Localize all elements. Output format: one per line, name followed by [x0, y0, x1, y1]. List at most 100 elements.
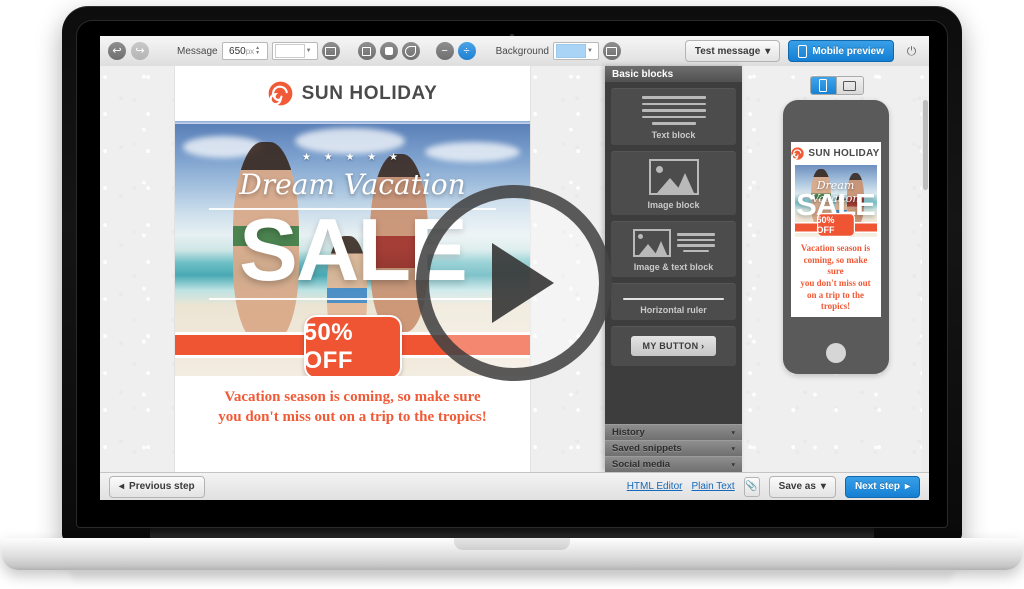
- mobile-preview-button[interactable]: Mobile preview: [788, 40, 894, 62]
- phone-home-button: [825, 343, 846, 363]
- chevron-down-icon: ▾: [731, 429, 735, 437]
- message-width-value: 650: [229, 45, 246, 57]
- play-button-icon[interactable]: [416, 185, 612, 381]
- chevron-left-icon: ◂: [119, 481, 125, 492]
- chevron-down-icon: ▾: [765, 45, 771, 57]
- horizontal-rule-icon: [623, 297, 724, 300]
- plain-text-link[interactable]: Plain Text: [691, 481, 734, 492]
- block-text-label: Text block: [651, 129, 696, 140]
- next-step-label: Next step: [854, 481, 900, 492]
- message-color-select[interactable]: ▼: [271, 42, 318, 60]
- block-horizontal-ruler-label: Horizontal ruler: [640, 305, 707, 315]
- power-icon[interactable]: ⏻: [902, 42, 921, 61]
- block-image[interactable]: Image block: [611, 150, 736, 215]
- phone-email-header: SUN HOLIDAY: [791, 142, 881, 165]
- block-text[interactable]: Text block: [611, 88, 736, 145]
- footer-line-2: you don't miss out on a trip to the trop…: [218, 408, 487, 425]
- block-button[interactable]: [379, 42, 398, 60]
- screenshot-root: ↩ ↪ Message 650 px ▲ ▼ ▼ − ÷ Background …: [0, 0, 1024, 589]
- chevron-down-icon: ▾: [820, 481, 826, 492]
- accordion-history-label: History: [612, 427, 645, 438]
- accordion-history[interactable]: History ▾: [605, 424, 742, 440]
- test-message-label: Test message: [694, 45, 761, 57]
- editor-footer: ◂ Previous step HTML Editor Plain Text 📎…: [100, 472, 929, 500]
- previous-step-button[interactable]: ◂ Previous step: [109, 475, 205, 498]
- canvas-scrollbar-thumb[interactable]: [923, 100, 928, 190]
- accordion-saved-snippets[interactable]: Saved snippets ▾: [605, 440, 742, 456]
- basic-blocks-panel: Basic blocks Text block Image block Imag…: [605, 66, 742, 472]
- structure-button[interactable]: [357, 42, 376, 60]
- zoom-out-button[interactable]: −: [435, 42, 454, 60]
- chevron-down-icon: ▾: [731, 461, 735, 469]
- accordion-saved-snippets-label: Saved snippets: [612, 443, 682, 454]
- stepper-icon[interactable]: ▲ ▼: [255, 46, 260, 56]
- mobile-preview-label: Mobile preview: [812, 45, 884, 57]
- phone-discount-text: 50% OFF: [816, 215, 835, 235]
- accordion-social-media[interactable]: Social media ▾: [605, 456, 742, 472]
- chevron-down-icon: ▾: [731, 445, 735, 453]
- message-width-unit: px: [245, 46, 255, 56]
- sun-spiral-icon: [268, 81, 292, 106]
- block-horizontal-ruler[interactable]: Horizontal ruler: [611, 282, 736, 320]
- phone-footer-line-1: Vacation season is: [800, 243, 871, 253]
- block-button-label: MY BUTTON ›: [630, 336, 717, 356]
- next-step-button[interactable]: Next step ▸: [844, 475, 920, 498]
- block-image-text-label: Image & text block: [633, 261, 714, 272]
- color-swatch: [274, 44, 305, 58]
- laptop-base-notch: [454, 538, 570, 550]
- accordion-social-media-label: Social media: [612, 459, 671, 470]
- redo-arrow-icon[interactable]: ↪: [131, 42, 149, 60]
- block-image-text[interactable]: Image & text block: [611, 220, 736, 277]
- chevron-down-icon: ▼: [586, 48, 593, 54]
- phone-mockup: SUN HOLIDAY Dream Vacation SALE 50% OFF: [782, 100, 889, 374]
- toggle-landscape[interactable]: [836, 77, 863, 94]
- phone-landscape-icon: [843, 80, 857, 91]
- play-triangle: [492, 243, 554, 323]
- footer-line-1: Vacation season is coming, so make sure: [224, 389, 481, 405]
- background-color-select[interactable]: ▼: [552, 42, 599, 60]
- toggle-portrait[interactable]: [810, 77, 836, 94]
- html-editor-link[interactable]: HTML Editor: [627, 481, 683, 492]
- phone-footer-line-2: coming, so make sure: [803, 254, 868, 277]
- panel-accordions: History ▾ Saved snippets ▾ Social media …: [605, 424, 742, 472]
- block-image-label: Image block: [647, 199, 700, 210]
- previous-step-label: Previous step: [129, 481, 195, 492]
- phone-email-footer: Vacation season is coming, so make sure …: [791, 237, 881, 313]
- background-image-button[interactable]: [602, 42, 621, 60]
- email-footer-text[interactable]: Vacation season is coming, so make sure …: [175, 376, 530, 428]
- laptop-reflection: [70, 570, 954, 586]
- test-message-button[interactable]: Test message ▾: [684, 40, 781, 62]
- text-lines-icon: [617, 96, 730, 125]
- phone-footer-line-4: on a trip to the tropics!: [807, 289, 864, 312]
- block-button[interactable]: MY BUTTON ›: [611, 326, 736, 366]
- hero-stars: ★ ★ ★ ★ ★: [302, 152, 403, 163]
- basic-blocks-list: Text block Image block Image & text bloc…: [605, 82, 742, 372]
- phone-footer-line-3: you don't miss out: [800, 278, 871, 289]
- image-icon: [648, 158, 699, 195]
- phone-screen: SUN HOLIDAY Dream Vacation SALE 50% OFF: [790, 142, 881, 317]
- zoom-in-button[interactable]: ÷: [457, 42, 476, 60]
- image-text-icon: [617, 228, 730, 257]
- brand-logo: SUN HOLIDAY: [268, 81, 438, 106]
- email-header[interactable]: SUN HOLIDAY: [175, 66, 530, 121]
- cloud: [295, 128, 405, 154]
- brand-name: SUN HOLIDAY: [301, 82, 438, 104]
- phone-discount-badge: 50% OFF: [816, 213, 855, 237]
- save-as-button[interactable]: Save as ▾: [768, 475, 836, 498]
- message-width-input[interactable]: 650 px ▲ ▼: [221, 42, 268, 60]
- background-color-swatch: [555, 44, 586, 58]
- editor-toolbar: ↩ ↪ Message 650 px ▲ ▼ ▼ − ÷ Background …: [100, 36, 929, 67]
- sun-spiral-icon: [791, 147, 805, 160]
- message-label: Message: [177, 45, 218, 57]
- message-background-image-button[interactable]: [321, 42, 340, 60]
- chevron-right-icon: ▸: [904, 481, 910, 492]
- paperclip-icon[interactable]: 📎: [743, 476, 760, 497]
- background-label: Background: [495, 45, 549, 57]
- style-brush-button[interactable]: [401, 42, 420, 60]
- undo-arrow-icon[interactable]: ↩: [108, 42, 126, 60]
- basic-blocks-title: Basic blocks: [605, 66, 742, 82]
- phone-hero-image: Dream Vacation SALE 50% OFF: [794, 165, 877, 237]
- footer-actions: HTML Editor Plain Text 📎 Save as ▾ Next …: [627, 475, 920, 498]
- orientation-toggle[interactable]: [809, 76, 864, 95]
- mobile-preview-column: SUN HOLIDAY Dream Vacation SALE 50% OFF: [742, 66, 929, 472]
